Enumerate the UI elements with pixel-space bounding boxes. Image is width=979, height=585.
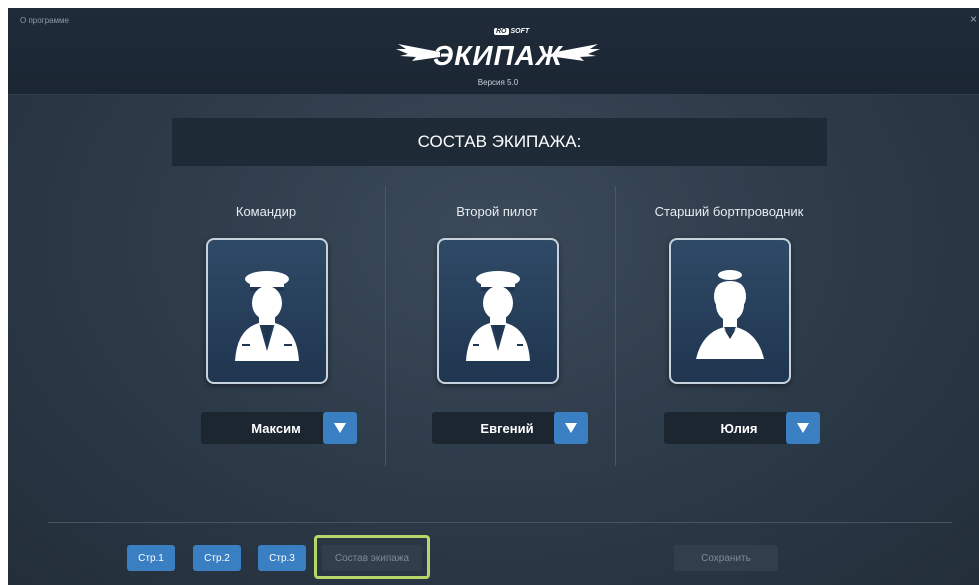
- flight-attendant-avatar-icon: [669, 238, 791, 384]
- pilot-avatar-icon: [466, 271, 530, 361]
- section-title: СОСТАВ ЭКИПАЖА:: [417, 132, 582, 151]
- chevron-down-icon: [797, 423, 809, 433]
- crew-role-label: Второй пилот: [456, 204, 538, 219]
- dropdown-arrow-button[interactable]: [323, 412, 357, 444]
- section-title-bar: СОСТАВ ЭКИПАЖА:: [172, 118, 827, 166]
- logo: RO SOFT ЭКИПАЖ Версия 5.0: [388, 18, 608, 88]
- crew-column-flight-attendant: Старший бортпроводник Юлия: [624, 204, 834, 444]
- page-3-button[interactable]: Стр.3: [258, 545, 306, 571]
- column-divider: [385, 186, 386, 466]
- captain-avatar-icon: [235, 271, 299, 361]
- logo-brand-badge: RO: [494, 28, 509, 35]
- column-divider: [615, 186, 616, 466]
- logo-brand-text: SOFT: [510, 28, 530, 35]
- crew-select-value: Юлия: [720, 420, 758, 436]
- app-window: О программе × RO SOFT ЭКИПАЖ Версия 5.0 С…: [8, 8, 979, 585]
- crew-role-label: Командир: [235, 204, 297, 219]
- crew-column-copilot: Второй пилот Евгений: [392, 204, 602, 444]
- chevron-down-icon: [565, 423, 577, 433]
- crew-column-captain: Командир Максим: [161, 204, 371, 444]
- dropdown-arrow-button[interactable]: [554, 412, 588, 444]
- crew-select-value: Евгений: [480, 420, 534, 436]
- chevron-down-icon: [334, 423, 346, 433]
- crew-role-label: Старший бортпроводник: [654, 204, 804, 219]
- dropdown-arrow-button[interactable]: [786, 412, 820, 444]
- save-button[interactable]: Сохранить: [674, 545, 778, 571]
- about-link[interactable]: О программе: [20, 16, 69, 25]
- logo-brand: RO SOFT: [494, 28, 529, 35]
- pilot-avatar-icon: [437, 238, 559, 384]
- close-button[interactable]: ×: [970, 12, 977, 26]
- footer-divider: [48, 522, 952, 523]
- right-wing-icon: [556, 44, 600, 61]
- header: О программе × RO SOFT ЭКИПАЖ Версия 5.0: [8, 8, 979, 95]
- page-1-button[interactable]: Стр.1: [127, 545, 175, 571]
- selection-highlight: [314, 535, 430, 579]
- crew-select-value: Максим: [251, 420, 301, 436]
- page-2-button[interactable]: Стр.2: [193, 545, 241, 571]
- captain-avatar-icon: [206, 238, 328, 384]
- flight-attendant-avatar-icon: [696, 270, 764, 359]
- version-label: Версия 5.0: [477, 78, 519, 87]
